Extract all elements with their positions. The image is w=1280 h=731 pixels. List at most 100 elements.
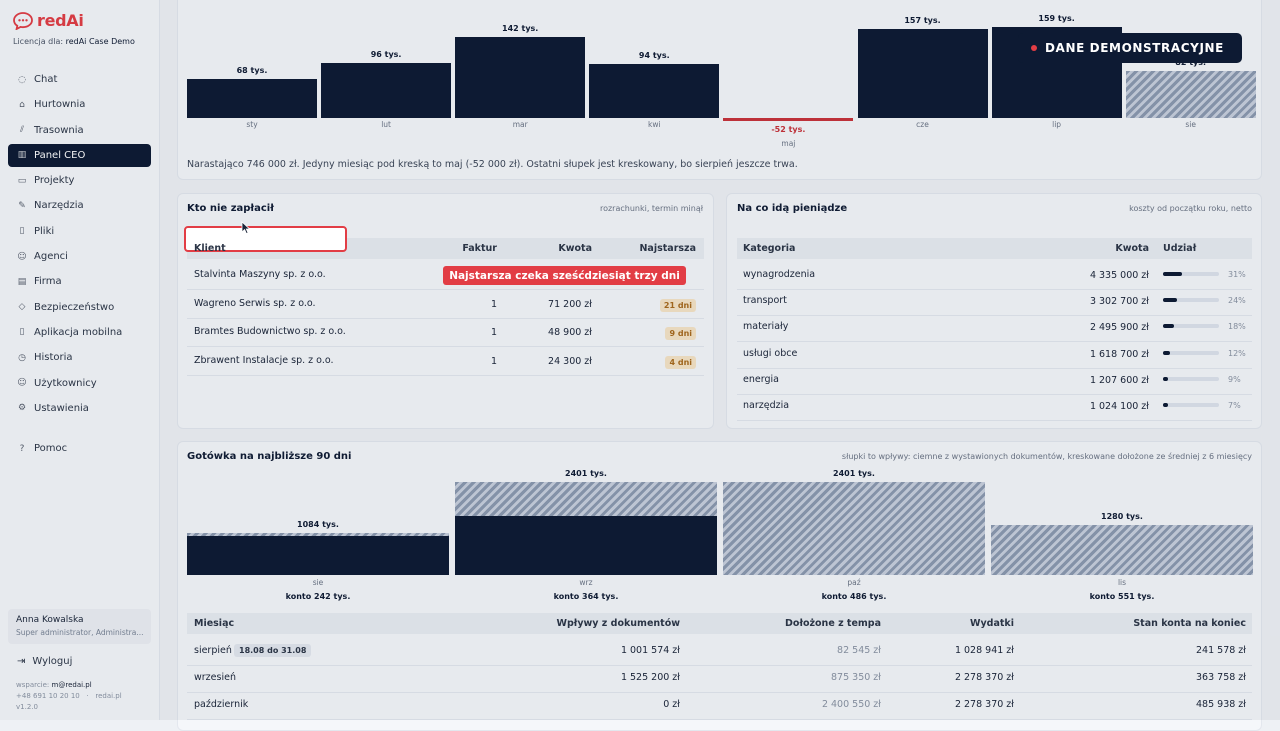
column-header-oldest[interactable]: Najstarsza: [639, 243, 696, 254]
column-header-balance[interactable]: Stan konta na koniec: [1133, 618, 1246, 629]
bar-sty[interactable]: [187, 79, 317, 118]
bar-maj[interactable]: [723, 118, 854, 121]
share-bar-fill: [1163, 376, 1169, 381]
sidebar-item-label: Ustawienia: [34, 402, 89, 414]
cash-month: sierpień: [194, 645, 232, 656]
cash-month-label: lis: [1117, 578, 1127, 587]
sidebar-item-help[interactable]: ? Pomoc: [8, 437, 151, 460]
invoiced-bar-wrz[interactable]: [455, 515, 717, 575]
receivable-client[interactable]: Wagreno Serwis sp. z o.o.: [194, 298, 316, 309]
sidebar-item-label: Historia: [34, 352, 73, 364]
column-header-category[interactable]: Kategoria: [743, 243, 795, 254]
overdue-days-badge: 9 dni: [665, 327, 696, 341]
sidebar-item-historia[interactable]: ◷ Historia: [8, 346, 151, 369]
receivables-title: Kto nie zapłacił: [187, 203, 274, 214]
sidebar-item-użytkownicy[interactable]: ☺ Użytkownicy: [8, 372, 151, 395]
cost-category: materiały: [743, 321, 789, 333]
column-header-invoices[interactable]: Faktur: [462, 243, 497, 254]
receivables-note: rozrachunki, termin minął: [599, 204, 703, 213]
receivable-client[interactable]: Zbrawent Instalacje sp. z o.o.: [194, 355, 334, 366]
bar-value-label: 94 tys.: [638, 51, 670, 61]
row-divider: [187, 665, 1252, 666]
oldest-invoice-callout: Najstarsza czeka sześćdziesiąt trzy dni: [443, 266, 686, 285]
share-bar-fill: [1163, 298, 1178, 303]
sidebar-item-hurtownia[interactable]: ⌂ Hurtownia: [8, 93, 151, 116]
sidebar-item-pliki[interactable]: ▯ Pliki: [8, 220, 151, 243]
phone-icon: ▯: [19, 327, 25, 338]
user-icon: ☺: [17, 251, 27, 262]
sidebar-item-firma[interactable]: ▤ Firma: [8, 270, 151, 293]
bar-sie[interactable]: [1125, 71, 1256, 118]
cost-category: wynagrodzenia: [743, 269, 816, 280]
bar-category-label: lut: [381, 120, 391, 129]
sidebar-item-projekty[interactable]: ▭ Projekty: [8, 169, 151, 192]
sidebar-item-chat[interactable]: ◌ Chat: [8, 68, 151, 91]
column-header-tempo[interactable]: Dołożone z tempa: [785, 618, 881, 629]
receivable-client[interactable]: Stalvinta Maszyny sp. z o.o.: [194, 269, 326, 280]
wrench-icon: ✎: [18, 200, 26, 211]
app-version: v1.2.0: [16, 703, 38, 711]
share-percent: 9%: [1228, 374, 1241, 384]
sidebar-item-bezpieczeństwo[interactable]: ◇ Bezpieczeństwo: [8, 296, 151, 319]
chat-icon: ◌: [18, 74, 26, 85]
brand-logo[interactable]: redAi: [13, 11, 84, 30]
license-info: Licencja dla: redAi Case Demo: [13, 37, 135, 46]
sidebar-item-narzędzia[interactable]: ✎ Narzędzia: [8, 194, 151, 217]
bar-category-label: lip: [1052, 120, 1062, 129]
bar-cze[interactable]: [857, 28, 988, 118]
column-header-expenses[interactable]: Wydatki: [970, 618, 1014, 629]
column-header-share[interactable]: Udział: [1163, 243, 1196, 254]
sidebar-item-ustawienia[interactable]: ⚙ Ustawienia: [8, 397, 151, 420]
row-divider: [737, 315, 1252, 317]
column-header-month[interactable]: Miesiąc: [194, 618, 234, 629]
share-bar-fill: [1163, 324, 1174, 329]
bar-value-label: 68 tys.: [236, 66, 268, 76]
forecast-bar-lis[interactable]: [991, 525, 1253, 575]
cash-tempo: 2 400 550 zł: [821, 699, 881, 710]
forecast-bar-wrz[interactable]: [455, 482, 717, 516]
sidebar-item-aplikacja-mobilna[interactable]: ▯ Aplikacja mobilna: [8, 321, 151, 344]
row-divider: [187, 317, 704, 319]
sidebar: redAi Licencja dla: redAi Case Demo ◌ Cha…: [0, 0, 160, 720]
receivable-invoices: 1: [490, 356, 497, 368]
support-site[interactable]: redai.pl: [95, 692, 121, 700]
receivable-amount: 48 900 zł: [548, 327, 592, 339]
bar-lut[interactable]: [321, 63, 452, 118]
bar-kwi[interactable]: [589, 64, 720, 118]
column-header-amount[interactable]: Kwota: [558, 243, 592, 254]
column-header-cost-amount[interactable]: Kwota: [1115, 243, 1149, 254]
cash-table-header: [187, 613, 1252, 634]
forecast-bar-paź[interactable]: [723, 482, 985, 575]
cost-amount: 1 207 600 zł: [1089, 374, 1149, 386]
cost-amount: 2 495 900 zł: [1089, 322, 1149, 334]
column-header-docs[interactable]: Wpływy z dokumentów: [557, 618, 680, 629]
row-divider: [737, 289, 1252, 290]
support-email[interactable]: m@redai.pl: [52, 681, 92, 689]
sidebar-item-label: Agenci: [34, 251, 68, 263]
share-percent: 7%: [1228, 401, 1241, 410]
license-name: redAi Case Demo: [65, 37, 135, 46]
invoiced-bar-sie[interactable]: [187, 536, 449, 575]
sidebar-item-agenci[interactable]: ☺ Agenci: [8, 245, 151, 268]
bar-value-label: 142 tys.: [502, 24, 539, 34]
chart-icon: ▥: [17, 150, 27, 161]
bar-mar[interactable]: [455, 37, 586, 118]
sidebar-item-panel-ceo[interactable]: ▥ Panel CEO: [8, 143, 151, 167]
receivable-client[interactable]: Bramtes Budownictwo sp. z o.o.: [194, 326, 346, 337]
cash-balance-label: konto 364 tys.: [553, 592, 619, 601]
bar-category-label: kwi: [648, 120, 661, 129]
cost-amount: 3 302 700 zł: [1089, 296, 1149, 308]
bar-category-label: mar: [512, 120, 528, 129]
row-divider: [737, 393, 1252, 395]
highlight-client-label: Klient: [194, 243, 226, 254]
cash-month: październik: [194, 699, 249, 710]
sidebar-item-label: Projekty: [34, 175, 75, 187]
user-profile[interactable]: Anna Kowalska Super administrator, Admin…: [8, 609, 151, 644]
receivable-amount: 24 300 zł: [548, 356, 592, 368]
logout-button[interactable]: ⇥ Wyloguj: [17, 656, 72, 667]
mouse-cursor-icon: [241, 221, 251, 235]
bar-value-label: 157 tys.: [904, 15, 941, 25]
bar-category-label: maj: [781, 139, 796, 148]
cash-docs: 1 001 574 zł: [620, 645, 680, 656]
sidebar-item-trasownia[interactable]: ⫽ Trasownia: [8, 119, 151, 142]
